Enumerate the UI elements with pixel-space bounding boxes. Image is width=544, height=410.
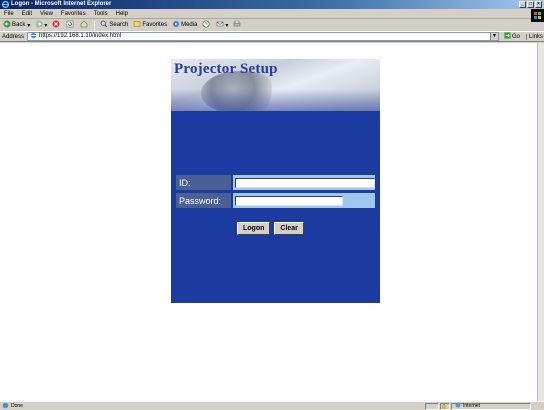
favorites-button[interactable]: Favorites [133, 20, 167, 30]
logon-panel: Projector Setup ID: Password: Logon Clea… [171, 59, 380, 303]
id-field-cell [232, 174, 376, 191]
print-icon [233, 20, 242, 30]
title-bar: Logon - Microsoft Internet Explorer _ □ … [0, 0, 544, 9]
menu-bar: File Edit View Favorites Tools Help [0, 9, 544, 19]
id-input[interactable] [235, 178, 375, 188]
history-button[interactable] [202, 20, 211, 30]
globe-icon [455, 402, 463, 410]
menu-help[interactable]: Help [116, 10, 128, 18]
favorites-label: Favorites [142, 22, 168, 28]
standard-toolbar: Back ▾ ▾ Search Favorites Media ▾ [0, 19, 530, 31]
menu-tools[interactable]: Tools [94, 10, 108, 18]
form-buttons: Logon Clear [237, 222, 304, 235]
stop-button[interactable] [52, 20, 61, 30]
menu-favorites[interactable]: Favorites [61, 10, 86, 18]
address-label: Address [2, 33, 25, 40]
go-label: Go [512, 33, 521, 40]
back-dropdown-icon: ▾ [27, 22, 31, 29]
back-button[interactable]: Back ▾ [3, 20, 30, 30]
password-input[interactable] [235, 196, 343, 206]
media-icon [172, 20, 181, 30]
go-arrow-icon [504, 32, 512, 41]
status-text: Done [11, 403, 23, 409]
home-icon [80, 20, 89, 30]
back-label: Back [12, 22, 26, 28]
page-content: Projector Setup ID: Password: Logon Clea… [0, 43, 537, 401]
vertical-scrollbar[interactable] [537, 43, 544, 401]
history-icon [202, 20, 211, 30]
toolbar-separator [94, 20, 96, 30]
minimize-button[interactable]: _ [519, 1, 526, 8]
go-button[interactable]: Go [504, 32, 520, 41]
password-field-cell [232, 192, 376, 209]
print-button[interactable] [233, 20, 242, 30]
projector-banner: Projector Setup [171, 59, 380, 111]
window-controls: _ □ × [519, 1, 542, 8]
lock-icon [441, 403, 447, 410]
zone-indicator: Internet [451, 402, 531, 410]
status-bar: Done Internet [0, 401, 544, 410]
status-cell-lock [440, 402, 450, 410]
maximize-button[interactable]: □ [527, 1, 534, 8]
home-button[interactable] [80, 20, 89, 30]
address-bar: Address https://192.168.1.10/index.html … [0, 31, 544, 42]
forward-button[interactable]: ▾ [35, 20, 47, 30]
status-cell-empty [425, 402, 439, 410]
media-label: Media [181, 22, 198, 28]
mail-button[interactable]: ▾ [216, 20, 228, 30]
windows-logo-throbber [531, 9, 544, 22]
forward-dropdown-icon: ▾ [44, 22, 48, 29]
forward-arrow-icon [35, 20, 44, 30]
window-title: Logon - Microsoft Internet Explorer [11, 1, 112, 7]
refresh-button[interactable] [66, 20, 75, 30]
password-label: Password: [175, 192, 232, 209]
menu-edit[interactable]: Edit [22, 10, 32, 18]
mail-dropdown-icon: ▾ [225, 22, 229, 29]
banner-shade [171, 89, 380, 111]
id-label: ID: [175, 174, 232, 191]
favorites-icon [133, 20, 142, 30]
password-row: Password: [175, 192, 376, 209]
media-button[interactable]: Media [172, 20, 197, 30]
address-dropdown-icon[interactable]: ▼ [490, 33, 499, 40]
address-input[interactable]: https://192.168.1.10/index.html ▼ [27, 32, 500, 41]
page-icon [28, 32, 39, 41]
status-area: Done [0, 402, 425, 410]
done-page-icon [2, 402, 11, 410]
internet-explorer-icon [2, 1, 9, 8]
menu-view[interactable]: View [40, 10, 53, 18]
mail-icon [216, 20, 225, 30]
search-icon [100, 20, 109, 30]
clear-button[interactable]: Clear [274, 222, 304, 235]
close-button[interactable]: × [535, 1, 542, 8]
search-button[interactable]: Search [100, 20, 128, 30]
page-title: Projector Setup [174, 61, 278, 77]
logon-button[interactable]: Logon [237, 222, 271, 235]
refresh-icon [66, 20, 75, 30]
menu-file[interactable]: File [4, 10, 14, 18]
zone-label: Internet [463, 403, 480, 409]
id-row: ID: [175, 174, 376, 191]
stop-icon [52, 20, 61, 30]
address-url: https://192.168.1.10/index.html [39, 33, 122, 39]
back-arrow-icon [3, 20, 12, 30]
links-button[interactable]: Links [526, 33, 543, 40]
search-label: Search [109, 22, 129, 28]
